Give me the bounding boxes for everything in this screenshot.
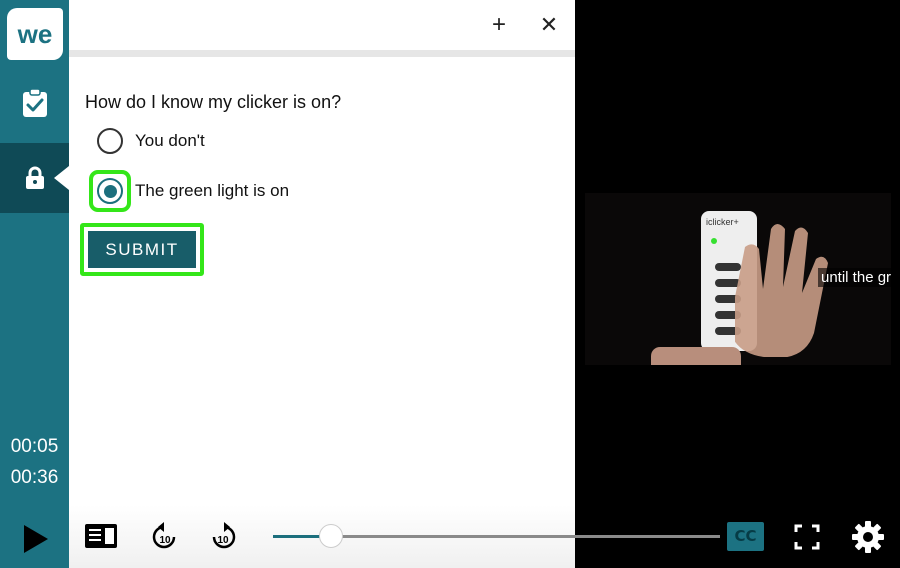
logo-text: we: [17, 19, 53, 49]
active-indicator-caret: [54, 166, 69, 190]
option-you-dont[interactable]: You don't: [97, 126, 205, 156]
clicker-brand: iclicker+: [706, 217, 739, 227]
cc-icon[interactable]: CC: [727, 522, 764, 551]
option-green-light[interactable]: The green light is on: [97, 176, 289, 206]
settings-gear-icon[interactable]: [851, 520, 885, 554]
question-text: How do I know my clicker is on?: [85, 92, 342, 112]
plus-icon[interactable]: +: [484, 10, 514, 40]
radio-dot: [103, 184, 117, 198]
panel-divider: [69, 50, 575, 57]
we-logo: we: [7, 6, 63, 62]
current-time: 00:05: [10, 436, 59, 457]
subtitle-caption: until the gr: [818, 268, 895, 287]
radio-button-selected[interactable]: [97, 178, 123, 204]
sidebar: we 00:05 00:36: [0, 0, 69, 568]
lock-icon: [25, 166, 44, 189]
rewind-10-icon[interactable]: 10: [146, 520, 182, 552]
forward-label: 10: [217, 535, 229, 546]
forward-10-icon[interactable]: 10: [206, 520, 242, 552]
submit-focus-highlight: SUBMIT: [80, 223, 204, 276]
panel-toolbar: + ✕: [69, 0, 575, 50]
duration-time: 00:36: [10, 467, 59, 488]
fullscreen-icon[interactable]: [793, 523, 821, 551]
green-led: [711, 238, 717, 244]
quiz-panel: + ✕ How do I know my clicker is on? You …: [69, 0, 575, 505]
option-label: You don't: [135, 131, 205, 150]
rewind-label: 10: [159, 535, 171, 546]
close-icon[interactable]: ✕: [534, 10, 564, 40]
option-label: The green light is on: [135, 181, 290, 200]
clipboard-check-icon: [22, 88, 47, 117]
transcript-icon[interactable]: [83, 520, 119, 552]
radio-button[interactable]: [97, 128, 123, 154]
hand-bottom: [651, 347, 741, 365]
play-icon[interactable]: [24, 525, 48, 553]
progress-thumb[interactable]: [318, 524, 343, 548]
submit-button[interactable]: SUBMIT: [88, 231, 196, 268]
quiz-clipboard-button[interactable]: [0, 68, 69, 138]
video-player: we 00:05 00:36 + ✕ How do I know my clic…: [0, 0, 900, 568]
control-bar: 10 10 CC: [0, 505, 900, 568]
